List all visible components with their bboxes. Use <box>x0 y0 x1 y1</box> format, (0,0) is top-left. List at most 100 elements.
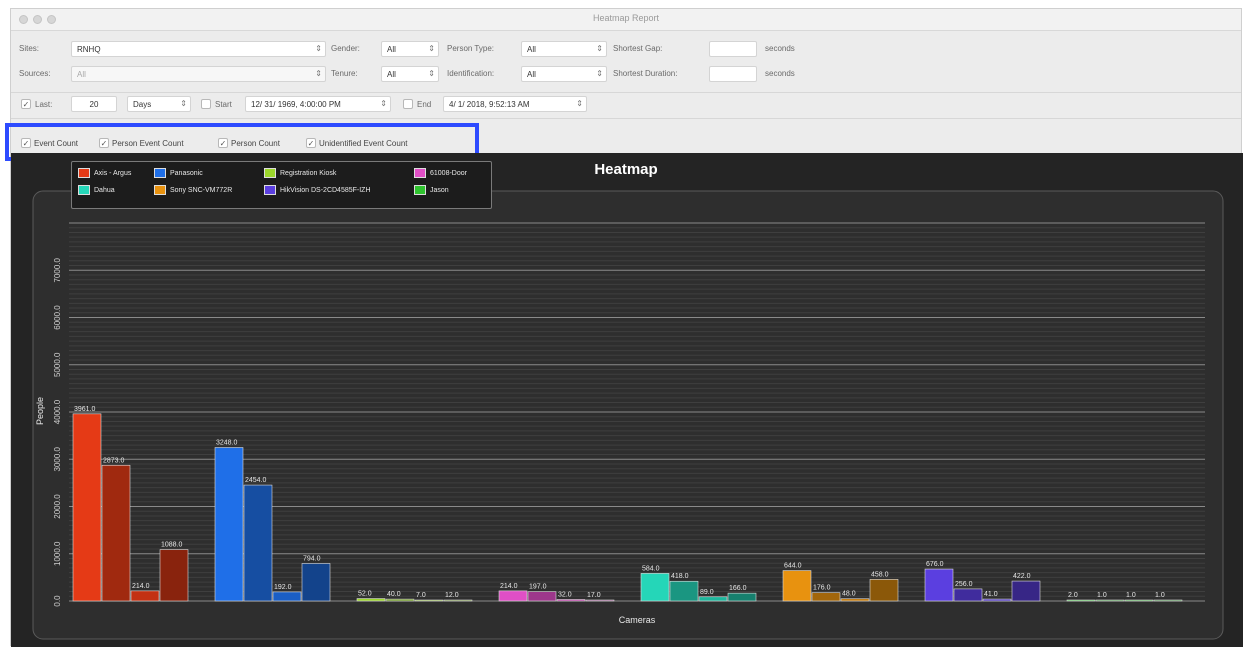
chart-legend: Axis - Argus Panasonic Registration Kiosk 6… <box>71 161 492 209</box>
shortest-gap-input[interactable] <box>709 41 757 57</box>
stepper-icon: ⇕ <box>380 99 387 108</box>
bar-value-label: 644.0 <box>784 563 802 570</box>
divider <box>11 92 1241 93</box>
unidentified-event-count-checkbox[interactable]: ✓ <box>306 138 316 148</box>
tenure-label: Tenure: <box>331 69 358 78</box>
bar <box>556 599 586 602</box>
bar <box>101 464 131 602</box>
bar-value-label: 3248.0 <box>216 440 238 447</box>
tenure-value: All <box>387 70 396 79</box>
bar <box>982 598 1012 602</box>
bar <box>301 563 331 602</box>
tenure-select[interactable]: All ⇕ <box>381 66 439 82</box>
bar-value-label: 422.0 <box>1013 573 1031 580</box>
bar-value-label: 676.0 <box>926 561 944 568</box>
bar <box>527 591 557 602</box>
bar <box>1095 599 1125 602</box>
plot-frame <box>32 190 1224 640</box>
chevron-updown-icon: ⇕ <box>596 44 603 53</box>
identification-value: All <box>527 70 536 79</box>
bar-value-label: 17.0 <box>587 592 601 599</box>
end-checkbox[interactable] <box>403 99 413 109</box>
bar <box>669 580 699 602</box>
sites-label: Sites: <box>19 44 40 53</box>
legend-label: Panasonic <box>170 169 203 177</box>
last-unit-select[interactable]: Days ⇕ <box>127 96 191 112</box>
legend-swatch <box>78 168 90 178</box>
last-days-value: 20 <box>89 100 99 109</box>
bar <box>640 573 670 602</box>
legend-item: Jason <box>414 185 449 195</box>
legend-swatch <box>264 168 276 178</box>
chevron-updown-icon: ⇕ <box>180 99 187 108</box>
bar <box>214 447 244 602</box>
legend-label: 61008-Door <box>430 169 467 177</box>
end-datetime-input[interactable]: 4/ 1/ 2018, 9:52:13 AM ⇕ <box>443 96 587 112</box>
bar-value-label: 418.0 <box>671 573 689 580</box>
y-tick-label: 3000.0 <box>53 446 62 471</box>
window-title: Heatmap Report <box>592 13 660 23</box>
sources-select[interactable]: All ⇕ <box>71 66 326 82</box>
bar <box>1066 599 1096 602</box>
shortest-gap-label: Shortest Gap: <box>613 44 663 53</box>
person-count-checkbox[interactable]: ✓ <box>218 138 228 148</box>
bar-value-label: 52.0 <box>358 591 372 598</box>
bar-value-label: 166.0 <box>729 585 747 592</box>
title-bar: Heatmap Report <box>11 9 1241 31</box>
identification-select[interactable]: All ⇕ <box>521 66 607 82</box>
bar-value-label: 41.0 <box>984 591 998 598</box>
bar <box>130 590 160 602</box>
bar <box>924 568 954 602</box>
last-checkbox[interactable]: ✓ <box>21 99 31 109</box>
bar <box>727 592 757 602</box>
bar-value-label: 794.0 <box>303 555 321 562</box>
bar <box>1011 580 1041 602</box>
identification-label: Identification: <box>447 69 495 78</box>
bar-value-label: 7.0 <box>416 592 426 599</box>
person-type-label: Person Type: <box>447 44 494 53</box>
bar <box>782 570 812 602</box>
legend-swatch <box>414 185 426 195</box>
end-label: End <box>417 100 432 109</box>
chevron-updown-icon: ⇕ <box>315 44 322 53</box>
bar-value-label: 12.0 <box>445 592 459 599</box>
bar-value-label: 214.0 <box>500 583 518 590</box>
start-checkbox[interactable] <box>201 99 211 109</box>
event-count-checkbox[interactable]: ✓ <box>21 138 31 148</box>
person-event-count-checkbox[interactable]: ✓ <box>99 138 109 148</box>
bar <box>953 588 983 602</box>
person-type-select[interactable]: All ⇕ <box>521 41 607 57</box>
legend-swatch <box>78 185 90 195</box>
legend-item: Registration Kiosk <box>264 168 336 178</box>
bar-value-label: 256.0 <box>955 581 973 588</box>
legend-label: Registration Kiosk <box>280 169 337 177</box>
bar-value-label: 3961.0 <box>74 406 96 413</box>
chevron-updown-icon: ⇕ <box>315 69 322 78</box>
y-axis-label: People <box>35 397 45 425</box>
bar <box>356 598 386 602</box>
bar <box>1124 599 1154 602</box>
unidentified-event-count-label: Unidentified Event Count <box>319 139 408 148</box>
bar-value-label: 197.0 <box>529 584 547 591</box>
bar-value-label: 584.0 <box>642 565 660 572</box>
bar-value-label: 1.0 <box>1155 592 1165 599</box>
filter-form: Sites: RNHQ ⇕ Gender: All ⇕ Person Type: A… <box>11 32 1241 119</box>
bar <box>159 549 189 602</box>
start-datetime-input[interactable]: 12/ 31/ 1969, 4:00:00 PM ⇕ <box>245 96 391 112</box>
bar <box>414 599 444 602</box>
last-label: Last: <box>35 100 53 109</box>
legend-swatch <box>154 185 166 195</box>
last-days-input[interactable]: 20 <box>71 96 117 112</box>
legend-item: Axis - Argus <box>78 168 131 178</box>
sites-select[interactable]: RNHQ ⇕ <box>71 41 326 57</box>
gender-select[interactable]: All ⇕ <box>381 41 439 57</box>
x-axis-label: Cameras <box>619 615 656 625</box>
shortest-duration-input[interactable] <box>709 66 757 82</box>
bar-value-label: 1088.0 <box>161 542 183 549</box>
bar <box>272 591 302 602</box>
bar <box>811 592 841 602</box>
sources-label: Sources: <box>19 69 51 78</box>
bar-value-label: 2873.0 <box>103 457 125 464</box>
bar <box>243 484 273 602</box>
legend-item: HikVision DS-2CD4585F-IZH <box>264 185 371 195</box>
